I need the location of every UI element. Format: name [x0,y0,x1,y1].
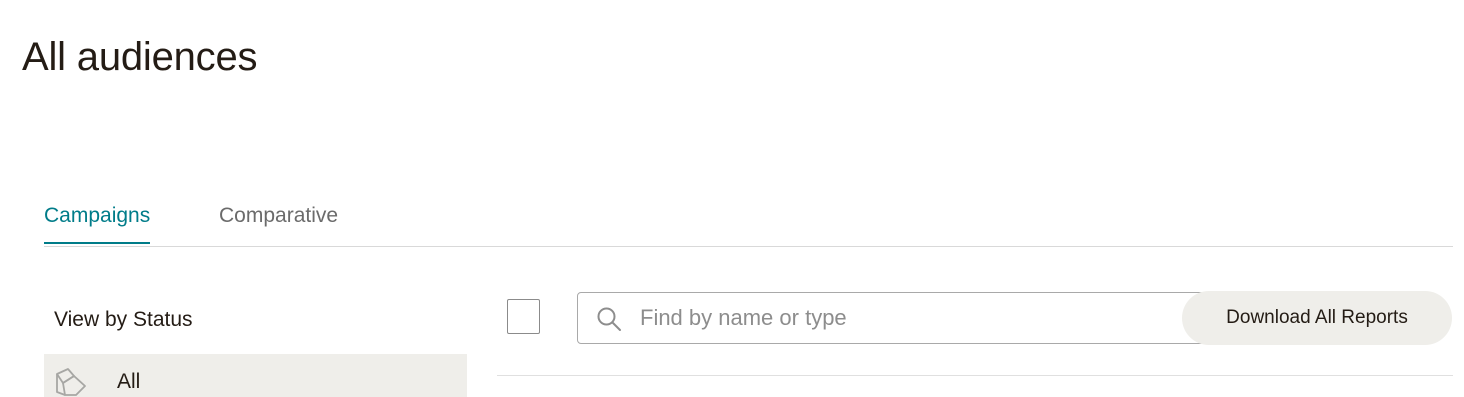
view-by-status-heading: View by Status [54,308,193,331]
tab-campaigns[interactable]: Campaigns [44,202,151,244]
search-field[interactable] [577,292,1237,344]
search-input[interactable] [640,301,1200,335]
sidebar-item-all[interactable]: All [44,354,467,397]
page-title: All audiences [22,35,258,79]
all-campaigns-icon [54,366,90,397]
audiences-page: All audiences Campaigns Comparative View… [0,0,1464,397]
report-tabs: Campaigns Comparative [44,196,1453,247]
select-all-checkbox[interactable] [507,299,540,334]
sidebar-item-label: All [117,370,141,393]
search-icon [596,306,622,332]
download-all-reports-button[interactable]: Download All Reports [1182,291,1452,345]
list-divider [497,375,1453,376]
tab-comparative[interactable]: Comparative [219,202,338,242]
